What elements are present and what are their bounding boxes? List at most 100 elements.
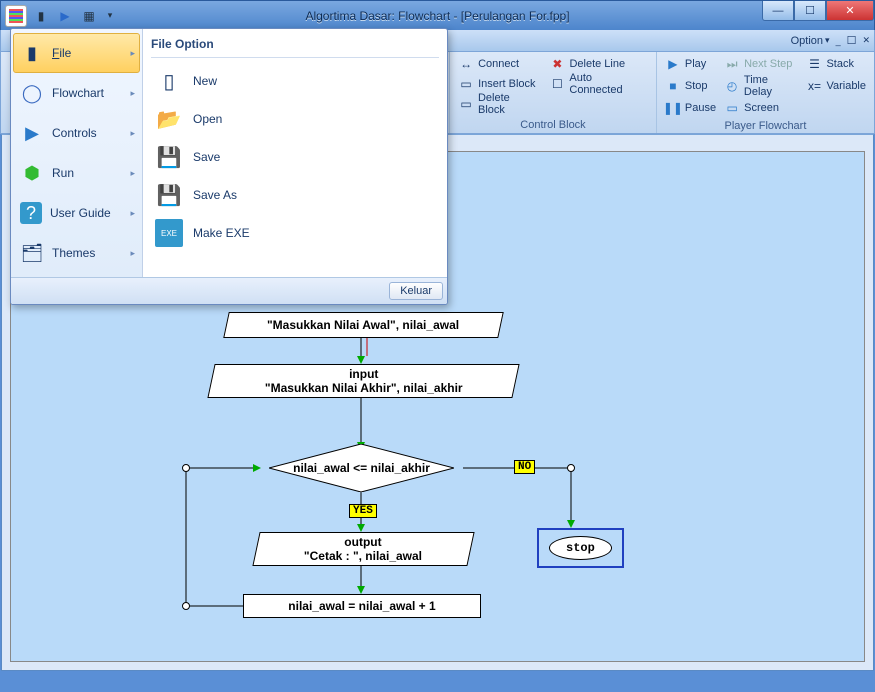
variable-button[interactable]: x=Variable [806, 76, 866, 96]
connector-dot-bl[interactable] [182, 602, 190, 610]
insert-block-button[interactable]: ▭Insert Block [458, 74, 539, 94]
group-label-player: Player Flowchart [665, 118, 866, 134]
stop-button[interactable]: ■Stop [665, 76, 716, 96]
ribbon-group-control-block: ↔Connect ▭Insert Block ▭Delete Block ✖De… [449, 52, 656, 133]
menu-item-controls[interactable]: ▶ Controls ▸ [13, 113, 140, 153]
chevron-right-icon: ▸ [130, 208, 135, 219]
exit-button[interactable]: Keluar [389, 282, 443, 300]
connect-icon: ↔ [458, 56, 474, 72]
menu-item-file[interactable]: ▮ File ▸ [13, 33, 140, 73]
exe-icon: EXE [155, 219, 183, 247]
io-block-2-text: input "Masukkan Nilai Akhir", nilai_akhi… [265, 367, 463, 396]
auto-connected-checkbox[interactable]: ☐Auto Connected [549, 74, 647, 94]
mdi-x-icon[interactable]: ✕ [862, 35, 870, 46]
minimize-ribbon-icon[interactable]: _ [836, 36, 841, 46]
play-button[interactable]: ▶Play [665, 54, 716, 74]
file-new[interactable]: ▯New [151, 62, 439, 100]
flowchart-icon: ◯ [20, 81, 44, 105]
save-icon: 💾 [155, 143, 183, 171]
stop-icon: ■ [665, 78, 681, 94]
maximize-button[interactable]: ☐ [794, 1, 826, 21]
qat-play-icon[interactable]: ▶ [55, 6, 75, 26]
group-label-control: Control Block [458, 117, 648, 133]
pause-icon: ❚❚ [665, 100, 681, 116]
menu-item-file-label: File [52, 46, 71, 60]
checkbox-icon: ☐ [549, 76, 565, 92]
output-block-text: output "Cetak : ", nilai_awal [304, 535, 422, 564]
minimize-button[interactable]: — [762, 1, 794, 21]
next-step-button[interactable]: ⏭Next Step [724, 54, 798, 74]
chevron-right-icon: ▸ [130, 248, 135, 259]
chevron-right-icon: ▸ [130, 48, 135, 59]
menu-item-controls-label: Controls [52, 126, 97, 140]
menu-item-themes[interactable]: 🗂 Themes ▸ [13, 233, 140, 273]
delete-line-button[interactable]: ✖Delete Line [549, 54, 647, 74]
stack-icon: ☰ [806, 56, 822, 72]
themes-icon: 🗂 [20, 241, 44, 265]
file-save[interactable]: 💾Save [151, 138, 439, 176]
option-menu[interactable]: Option ▾ [791, 35, 830, 47]
help-icon: ? [20, 202, 42, 224]
chevron-right-icon: ▸ [130, 168, 135, 179]
qat-button-3[interactable]: ▦ [79, 6, 99, 26]
terminal-text: stop [549, 536, 612, 560]
connector-dot-right[interactable] [567, 464, 575, 472]
close-button[interactable]: ✕ [826, 1, 874, 21]
connector-dot-left[interactable] [182, 464, 190, 472]
menu-item-flowchart[interactable]: ◯ Flowchart ▸ [13, 73, 140, 113]
ribbon-group-player: ▶Play ■Stop ❚❚Pause ⏭Next Step ◴Time Del… [656, 52, 874, 133]
qat-button-1[interactable]: ▮ [31, 6, 51, 26]
menu-item-themes-label: Themes [52, 246, 95, 260]
process-block[interactable]: nilai_awal = nilai_awal + 1 [243, 594, 481, 618]
run-icon: ⬢ [20, 161, 44, 185]
delete-block-icon: ▭ [458, 96, 474, 112]
menu-item-flowchart-label: Flowchart [52, 86, 104, 100]
output-block[interactable]: output "Cetak : ", nilai_awal [252, 532, 474, 566]
delete-line-icon: ✖ [549, 56, 565, 72]
variable-icon: x= [806, 78, 822, 94]
pause-button[interactable]: ❚❚Pause [665, 98, 716, 118]
menu-item-user-guide[interactable]: ? User Guide ▸ [13, 193, 140, 233]
controls-icon: ▶ [20, 121, 44, 145]
io-block-1-text: "Masukkan Nilai Awal", nilai_awal [267, 318, 459, 332]
new-file-icon: ▯ [155, 67, 183, 95]
clock-icon: ◴ [724, 78, 740, 94]
stack-button[interactable]: ☰Stack [806, 54, 866, 74]
app-menu-submenu: File Option ▯New 📂Open 💾Save 💾Save As EX… [143, 29, 447, 277]
time-delay-button[interactable]: ◴Time Delay [724, 76, 798, 96]
mdi-close-icon[interactable]: ☐ [847, 34, 857, 47]
menu-item-run-label: Run [52, 166, 74, 180]
screen-button[interactable]: ▭Screen [724, 98, 798, 118]
file-open[interactable]: 📂Open [151, 100, 439, 138]
process-text: nilai_awal = nilai_awal + 1 [288, 599, 435, 613]
delete-block-button[interactable]: ▭Delete Block [458, 94, 539, 114]
app-menu-categories: ▮ File ▸ ◯ Flowchart ▸ ▶ Controls ▸ ⬢ Ru… [11, 29, 143, 277]
decision-block[interactable]: nilai_awal <= nilai_akhir [269, 444, 454, 492]
connect-button[interactable]: ↔Connect [458, 54, 539, 74]
insert-icon: ▭ [458, 76, 474, 92]
io-block-2[interactable]: input "Masukkan Nilai Akhir", nilai_akhi… [207, 364, 519, 398]
chevron-right-icon: ▸ [130, 128, 135, 139]
chevron-down-icon: ▾ [825, 35, 830, 46]
chevron-right-icon: ▸ [130, 88, 135, 99]
menu-item-guide-label: User Guide [50, 206, 111, 220]
decision-text: nilai_awal <= nilai_akhir [269, 444, 454, 492]
file-save-as[interactable]: 💾Save As [151, 176, 439, 214]
yes-label: YES [349, 504, 377, 518]
title-bar: ▮ ▶ ▦ ▾ Algortima Dasar: Flowchart - [Pe… [0, 0, 875, 30]
menu-item-run[interactable]: ⬢ Run ▸ [13, 153, 140, 193]
file-make-exe[interactable]: EXEMake EXE [151, 214, 439, 252]
file-icon: ▮ [20, 41, 44, 65]
io-block-1[interactable]: "Masukkan Nilai Awal", nilai_awal [223, 312, 504, 338]
no-label: NO [514, 460, 535, 474]
application-menu: ▮ File ▸ ◯ Flowchart ▸ ▶ Controls ▸ ⬢ Ru… [10, 28, 448, 305]
option-label: Option [791, 35, 823, 47]
open-folder-icon: 📂 [155, 105, 183, 133]
submenu-header: File Option [151, 35, 439, 58]
terminal-block[interactable]: stop [537, 528, 624, 568]
window-title: Algortima Dasar: Flowchart - [Perulangan… [1, 9, 874, 23]
screen-icon: ▭ [724, 100, 740, 116]
play-icon: ▶ [665, 56, 681, 72]
qat-dropdown-icon[interactable]: ▾ [103, 10, 117, 21]
app-icon[interactable] [5, 5, 27, 27]
